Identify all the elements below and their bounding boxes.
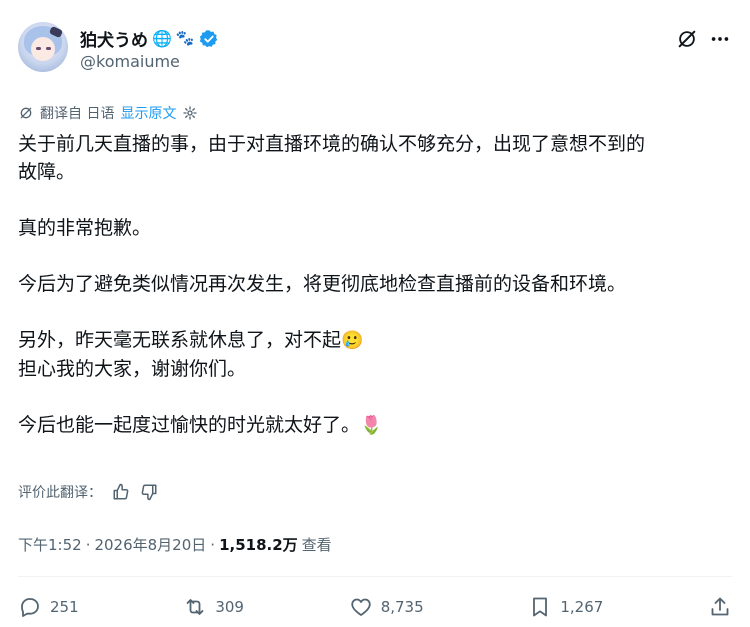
reply-count: 251 <box>50 598 79 616</box>
reply-icon <box>21 598 39 617</box>
post-meta: 下午1:52 · 2026年8月20日 · 1,518.2万 查看 <box>18 534 332 555</box>
post-date[interactable]: 2026年8月20日 <box>94 534 206 555</box>
separator: · <box>210 535 216 554</box>
display-name[interactable]: 狛犬うめ <box>80 26 148 51</box>
verified-badge-icon[interactable] <box>199 29 219 49</box>
post-line-text: 另外，昨天毫无联系就休息了，对不起 <box>18 329 342 351</box>
share-button[interactable] <box>708 595 732 619</box>
repost-icon <box>186 599 204 615</box>
grok-icon[interactable] <box>676 28 698 50</box>
post-line: 故障。 <box>18 161 76 183</box>
share-icon <box>711 597 729 616</box>
translated-from-label: 翻译自 日语 <box>40 106 115 122</box>
like-button[interactable]: 8,735 <box>349 595 424 619</box>
rate-translation-label: 评价此翻译： <box>18 485 102 501</box>
translate-icon <box>20 107 32 119</box>
show-original-link[interactable]: 显示原文 <box>120 103 176 123</box>
post-line: 今后也能一起度过愉快的时光就太好了。🌷 <box>18 411 732 440</box>
avatar[interactable] <box>18 22 68 72</box>
user-handle[interactable]: @komaiume <box>80 52 180 71</box>
bookmark-button[interactable]: 1,267 <box>528 595 603 619</box>
paw-icon: 🐾 <box>175 29 195 47</box>
reply-button[interactable]: 251 <box>18 595 79 619</box>
action-bar: 251 309 8,735 1,267 <box>18 592 732 622</box>
repost-count: 309 <box>215 598 244 616</box>
post-line: 另外，昨天毫无联系就休息了，对不起🥲 <box>18 326 732 355</box>
name-row: 狛犬うめ 🌐 🐾 <box>80 26 219 51</box>
translation-bar: 翻译自 日语 显示原文 <box>18 103 198 123</box>
divider <box>18 576 732 577</box>
post-time[interactable]: 下午1:52 <box>18 534 82 555</box>
thumbs-down-icon[interactable] <box>140 483 158 501</box>
heart-icon <box>351 598 371 616</box>
like-count: 8,735 <box>380 598 424 616</box>
tulip-emoji: 🌷 <box>360 415 383 436</box>
post-line-text: 今后也能一起度过愉快的时光就太好了。 <box>18 414 361 436</box>
bookmark-icon <box>533 597 548 617</box>
post-line: 担心我的大家，谢谢你们。 <box>18 358 247 380</box>
globe-icon: 🌐 <box>152 28 172 48</box>
thumbs-up-icon[interactable] <box>112 483 130 501</box>
post-text: 关于前几天直播的事，由于对直播环境的确认不够充分，出现了意想不到的 故障。 真的… <box>18 130 732 440</box>
post-line: 今后为了避免类似情况再次发生，将更彻底地检查直播前的设备和环境。 <box>18 273 627 295</box>
post-line: 关于前几天直播的事，由于对直播环境的确认不够充分，出现了意想不到的 <box>18 133 646 155</box>
views-count[interactable]: 1,518.2万 <box>219 534 298 555</box>
rate-translation: 评价此翻译： <box>18 482 158 502</box>
crying-smile-emoji: 🥲 <box>341 330 364 351</box>
repost-button[interactable]: 309 <box>183 595 244 619</box>
more-options-icon[interactable] <box>708 28 732 50</box>
bookmark-count: 1,267 <box>560 598 604 616</box>
separator: · <box>85 535 91 554</box>
views-label: 查看 <box>301 536 332 554</box>
gear-icon[interactable] <box>182 105 198 121</box>
post-line: 真的非常抱歉。 <box>18 217 152 239</box>
post-header: 狛犬うめ 🌐 🐾 @komaiume <box>18 22 732 82</box>
